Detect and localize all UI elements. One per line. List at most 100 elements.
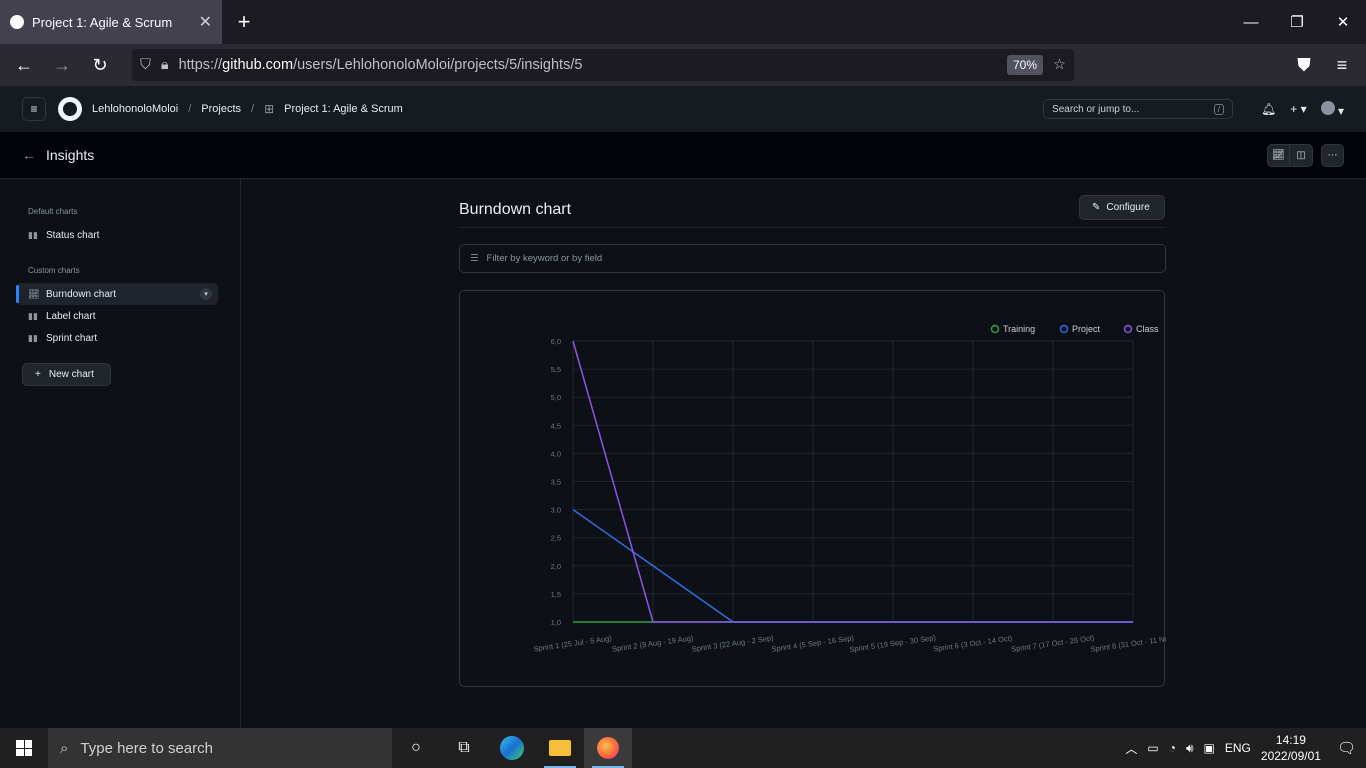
chevron-down-icon[interactable]: ▾ — [200, 288, 212, 300]
shield-icon[interactable]: ⛉ — [140, 57, 151, 73]
bar-chart-icon: ▮▮ — [28, 310, 38, 321]
sidebar-item-burndown-chart[interactable]: 📈︎ Burndown chart ▾ — [16, 283, 218, 305]
legend-label: Project — [1072, 324, 1101, 334]
x-tick-label: Sprint 8 (31 Oct - 11 Nov) — [1090, 633, 1166, 654]
clock[interactable]: 14:19 2022/09/01 — [1261, 732, 1321, 764]
y-tick-label: 2,5 — [551, 534, 561, 543]
table-icon: ⊞ — [264, 102, 275, 116]
windows-taskbar: ⌕ Type here to search ○ ⧉ ︿ ▭ ◔ 🔊︎ ▣ ENG… — [0, 728, 1366, 768]
y-tick-label: 5,5 — [551, 365, 561, 374]
zoom-badge[interactable]: 70% — [1006, 55, 1043, 75]
x-tick-label: Sprint 6 (3 Oct - 14 Oct) — [933, 633, 1014, 653]
volume-icon[interactable]: 🔊︎ — [1186, 741, 1194, 756]
chart-title: Burndown chart — [459, 201, 572, 218]
chart-view-icon[interactable]: 📈︎ — [1267, 143, 1290, 167]
url-bar[interactable]: ⛉ 🔒︎ https://github.com/users/Lehlohonol… — [132, 49, 1074, 81]
new-tab-button[interactable]: + — [222, 9, 266, 35]
bell-icon[interactable]: 🔔︎ — [1261, 102, 1276, 116]
page-title: Insights — [46, 147, 95, 163]
tray-chevron-up-icon[interactable]: ︿ — [1125, 740, 1137, 757]
avatar[interactable]: ▾ — [1320, 100, 1344, 118]
insights-sidebar: Default charts ▮▮ Status chart Custom ch… — [0, 179, 241, 727]
browser-navbar: ← → ↻ ⛉ 🔒︎ https://github.com/users/Lehl… — [0, 44, 1366, 86]
x-tick-label: Sprint 4 (5 Sep - 16 Sep) — [771, 633, 855, 654]
sidebar-section-custom: Custom charts — [28, 266, 80, 275]
new-chart-button[interactable]: + New chart — [22, 363, 111, 386]
sidebar-item-status-chart[interactable]: ▮▮ Status chart — [16, 224, 218, 246]
tab-title: Project 1: Agile & Scrum — [32, 14, 173, 30]
insights-bar: ← Insights 📈︎ ◫ ⋯ — [0, 132, 1366, 179]
breadcrumb-separator: / — [188, 103, 192, 115]
y-tick-label: 2,0 — [551, 562, 561, 571]
y-tick-label: 6,0 — [551, 337, 561, 346]
wifi-icon[interactable]: ◔ — [1169, 741, 1176, 755]
bar-chart-icon: ▮▮ — [28, 332, 38, 343]
restore-icon[interactable]: ❐ — [1274, 0, 1320, 44]
legend-marker — [1059, 324, 1069, 334]
pocket-icon[interactable]: ⛊ — [1288, 49, 1320, 81]
notification-icon[interactable]: 🗨︎ — [1337, 739, 1356, 757]
chart-svg: 1,0 1,5 2,0 2,5 3,0 3,5 4,0 4,5 5,0 5,5 6,0 Sprint … — [533, 324, 1166, 654]
close-tab-icon[interactable]: ✕ — [199, 12, 212, 32]
file-explorer-icon[interactable] — [536, 728, 584, 768]
search-input[interactable]: Search or jump to... / — [1043, 99, 1234, 119]
line-chart-icon: 📈︎ — [28, 288, 40, 299]
y-tick-label: 3,0 — [551, 506, 561, 515]
breadcrumb-projects[interactable]: Projects — [201, 103, 241, 115]
sidebar-item-sprint-chart[interactable]: ▮▮ Sprint chart — [16, 327, 218, 349]
cortana-icon[interactable]: ○ — [392, 728, 440, 768]
start-button[interactable] — [0, 728, 48, 768]
chart-content: Burndown chart ✎ Configure ☰ Filter by k… — [241, 179, 1366, 727]
y-tick-label: 5,0 — [551, 393, 561, 402]
minimize-icon[interactable]: — — [1228, 0, 1274, 44]
sidebar-toggle-icon[interactable]: ◫ — [1290, 143, 1313, 167]
pencil-icon: ✎ — [1092, 202, 1101, 213]
x-tick-label: Sprint 7 (17 Oct - 28 Oct) — [1011, 633, 1096, 654]
more-options-icon[interactable]: ⋯ — [1321, 143, 1344, 167]
burndown-chart: 1,0 1,5 2,0 2,5 3,0 3,5 4,0 4,5 5,0 5,5 6,0 Sprint … — [459, 290, 1166, 687]
x-tick-label: Sprint 2 (8 Aug - 19 Aug) — [611, 633, 694, 653]
x-tick-label: Sprint 3 (22 Aug - 2 Sep) — [691, 633, 774, 653]
breadcrumb-user[interactable]: LehlohonoloMoloi — [92, 103, 178, 115]
battery-icon[interactable]: ▭ — [1147, 741, 1158, 755]
sidebar-item-label-chart[interactable]: ▮▮ Label chart — [16, 305, 218, 327]
menu-icon[interactable]: ≡ — [1326, 49, 1358, 81]
task-view-icon[interactable]: ⧉ — [440, 728, 488, 768]
meet-now-icon[interactable]: ▣ — [1204, 741, 1215, 755]
hamburger-menu-icon[interactable]: ≡ — [22, 97, 46, 121]
plus-dropdown-icon[interactable]: + ▾ — [1290, 102, 1306, 116]
x-tick-label: Sprint 1 (25 Jul - 5 Aug) — [533, 634, 613, 654]
lock-icon[interactable]: 🔒︎ — [161, 57, 169, 73]
url-text[interactable]: https://github.com/users/LehlohonoloMolo… — [179, 57, 997, 73]
bookmark-star-icon[interactable]: ☆ — [1053, 57, 1066, 73]
back-icon[interactable]: ← — [8, 49, 40, 81]
legend-marker — [1123, 324, 1133, 334]
search-icon: ⌕ — [60, 739, 69, 757]
reload-icon[interactable]: ↻ — [84, 49, 116, 81]
search-shortcut-key: / — [1213, 103, 1225, 115]
y-tick-label: 1,0 — [551, 618, 561, 627]
legend-label: Training — [1003, 324, 1035, 334]
firefox-icon[interactable] — [584, 728, 632, 768]
legend-label: Class — [1136, 324, 1159, 334]
taskbar-search-input[interactable]: ⌕ Type here to search — [48, 728, 392, 768]
breadcrumb-project[interactable]: Project 1: Agile & Scrum — [284, 103, 403, 115]
language-indicator[interactable]: ENG — [1225, 741, 1251, 755]
forward-icon[interactable]: → — [46, 49, 78, 81]
github-logo-icon[interactable] — [58, 97, 82, 121]
plus-icon: + — [35, 369, 41, 380]
windows-logo-icon — [16, 740, 32, 756]
sidebar-section-default: Default charts — [28, 207, 78, 216]
configure-button[interactable]: ✎ Configure — [1079, 195, 1165, 220]
filter-input[interactable]: ☰ Filter by keyword or by field — [459, 244, 1166, 273]
github-favicon-icon — [10, 15, 24, 29]
breadcrumb-separator: / — [251, 103, 255, 115]
back-arrow-icon[interactable]: ← — [22, 147, 36, 163]
y-tick-label: 3,5 — [551, 478, 561, 487]
divider — [459, 227, 1165, 228]
browser-tab[interactable]: Project 1: Agile & Scrum ✕ — [0, 0, 222, 44]
y-tick-label: 4,5 — [551, 421, 561, 430]
close-window-icon[interactable]: ✕ — [1320, 0, 1366, 44]
edge-icon[interactable] — [488, 728, 536, 768]
y-tick-label: 1,5 — [551, 590, 561, 599]
